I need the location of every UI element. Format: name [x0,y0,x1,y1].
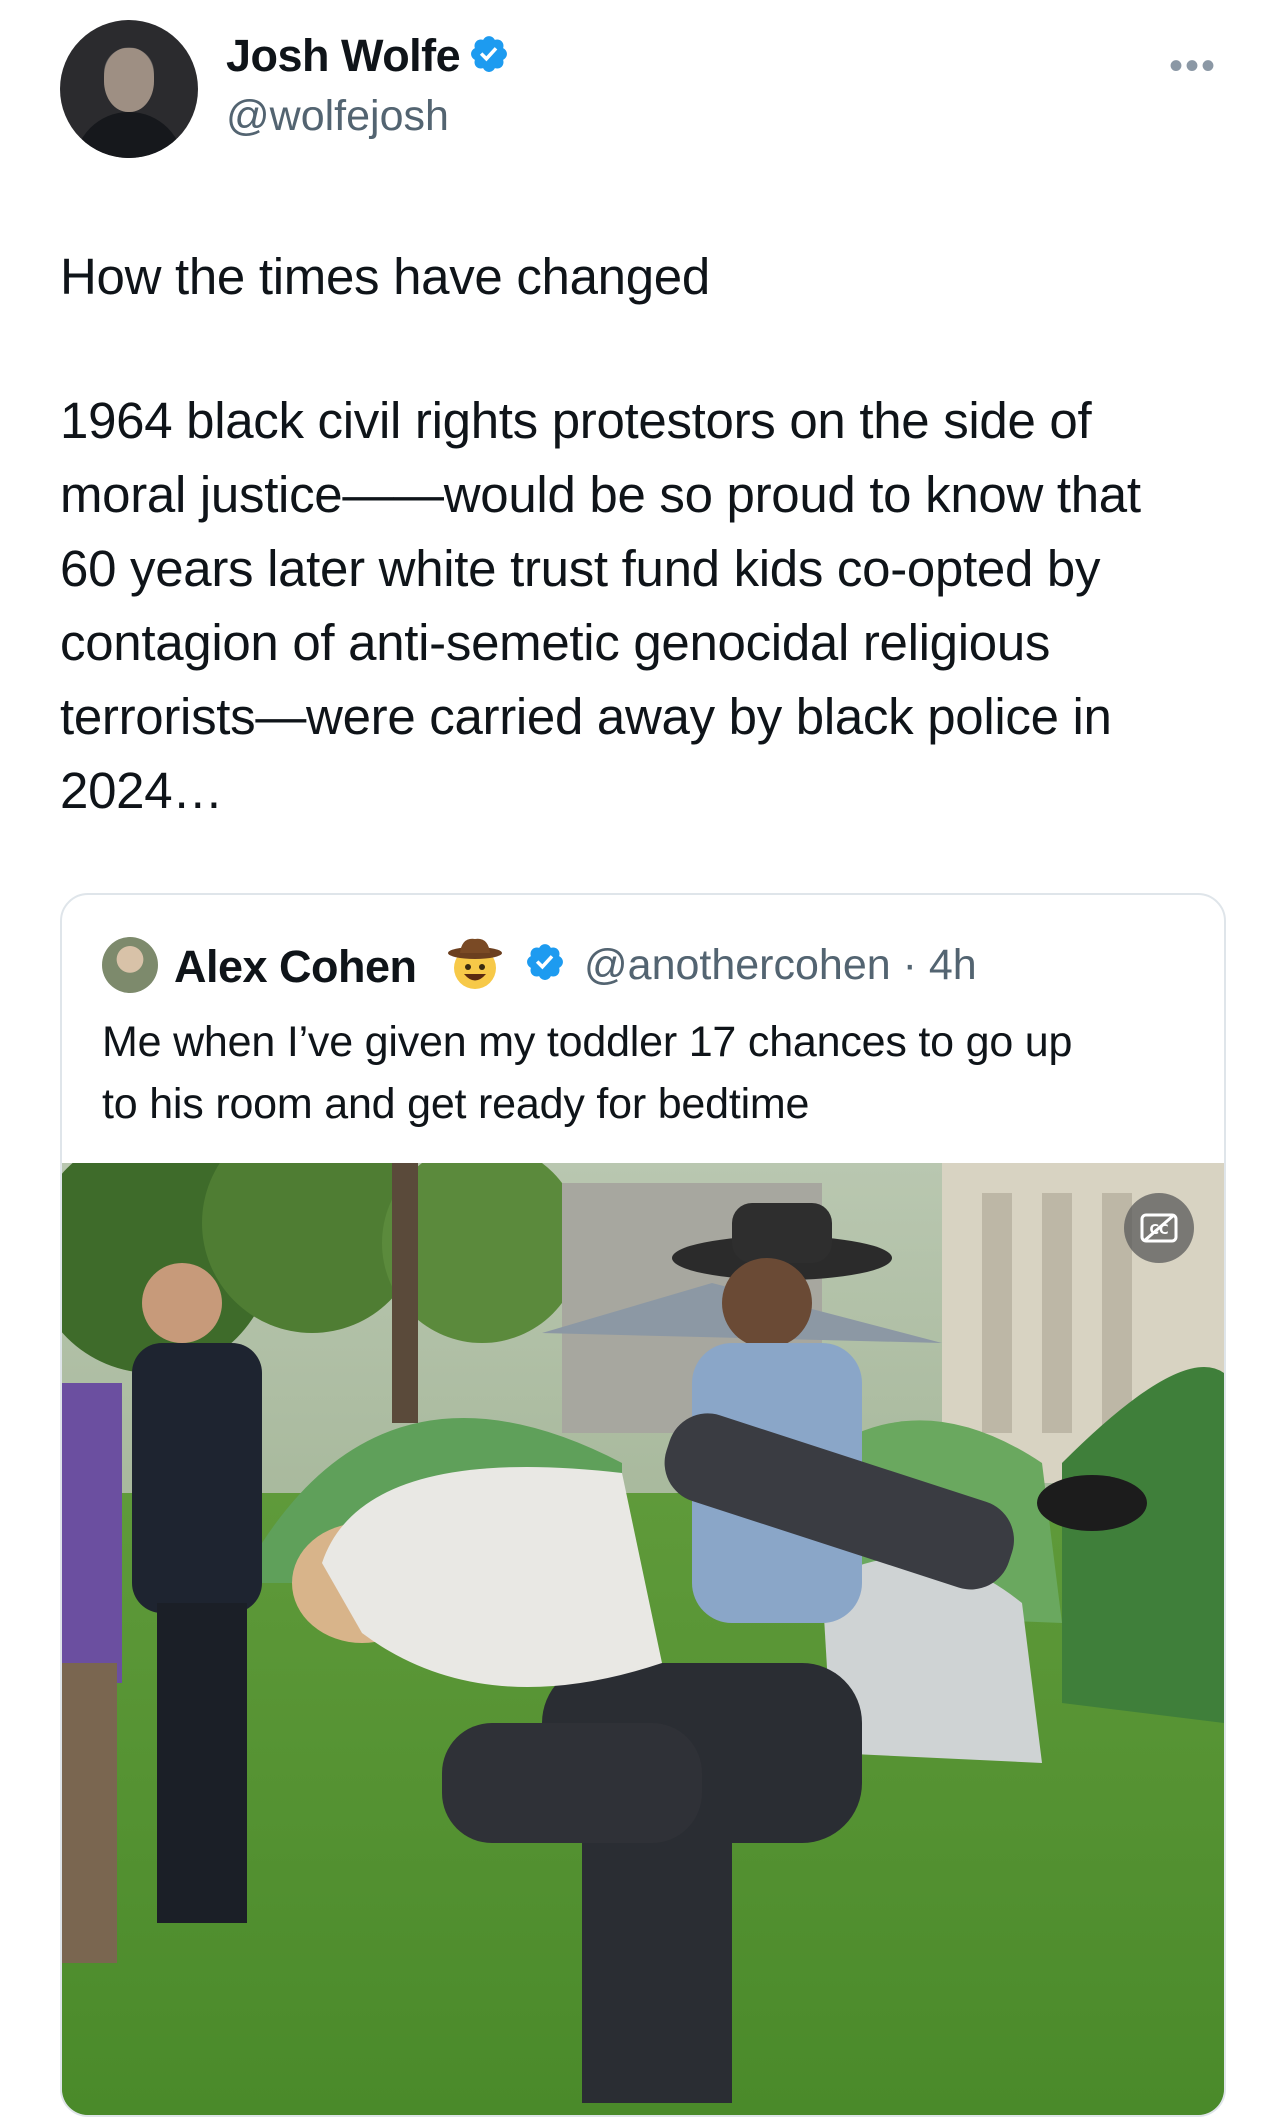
quote-verified-badge-icon [524,941,566,988]
quoted-tweet-card[interactable]: Alex Cohen @anothercohen · 4h Me when I’… [60,893,1226,2117]
tweet-text-line: moral justice——would be so proud to know… [60,466,1141,523]
tweet-text-line: 1964 black civil rights protestors on th… [60,392,1092,449]
quote-text-line: to his room and get ready for bedtime [102,1080,810,1128]
quote-author-handle-time[interactable]: @anothercohen · 4h [584,941,977,990]
closed-captions-off-icon[interactable]: CC [1124,1193,1194,1263]
more-options-icon[interactable]: ••• [1169,44,1217,89]
verified-badge-icon [468,33,510,86]
author-name-row[interactable]: Josh Wolfe [226,30,510,86]
tweet-text-line: terrorists—were carried away by black po… [60,688,1112,745]
quote-text-line: Me when I’ve given my toddler 17 chances… [102,1018,1073,1066]
tweet-text-line: 60 years later white trust fund kids co-… [60,540,1101,597]
author-handle[interactable]: @wolfejosh [226,92,449,141]
quote-author-avatar[interactable] [102,937,158,993]
avatar-face [104,48,154,112]
author-name[interactable]: Josh Wolfe [226,30,461,81]
author-avatar[interactable] [60,20,198,158]
cowboy-hat-face-emoji-icon [446,935,504,993]
quote-author-name[interactable]: Alex Cohen [174,941,417,993]
quote-video[interactable]: CC [62,1163,1224,2115]
video-frame-image [62,1163,1224,2115]
tweet-text-line: contagion of anti-semetic genocidal reli… [60,614,1051,671]
avatar-shoulders [74,112,184,158]
tweet-text-line: How the times have changed [60,248,710,305]
tweet-text-line: 2024… [60,762,223,819]
